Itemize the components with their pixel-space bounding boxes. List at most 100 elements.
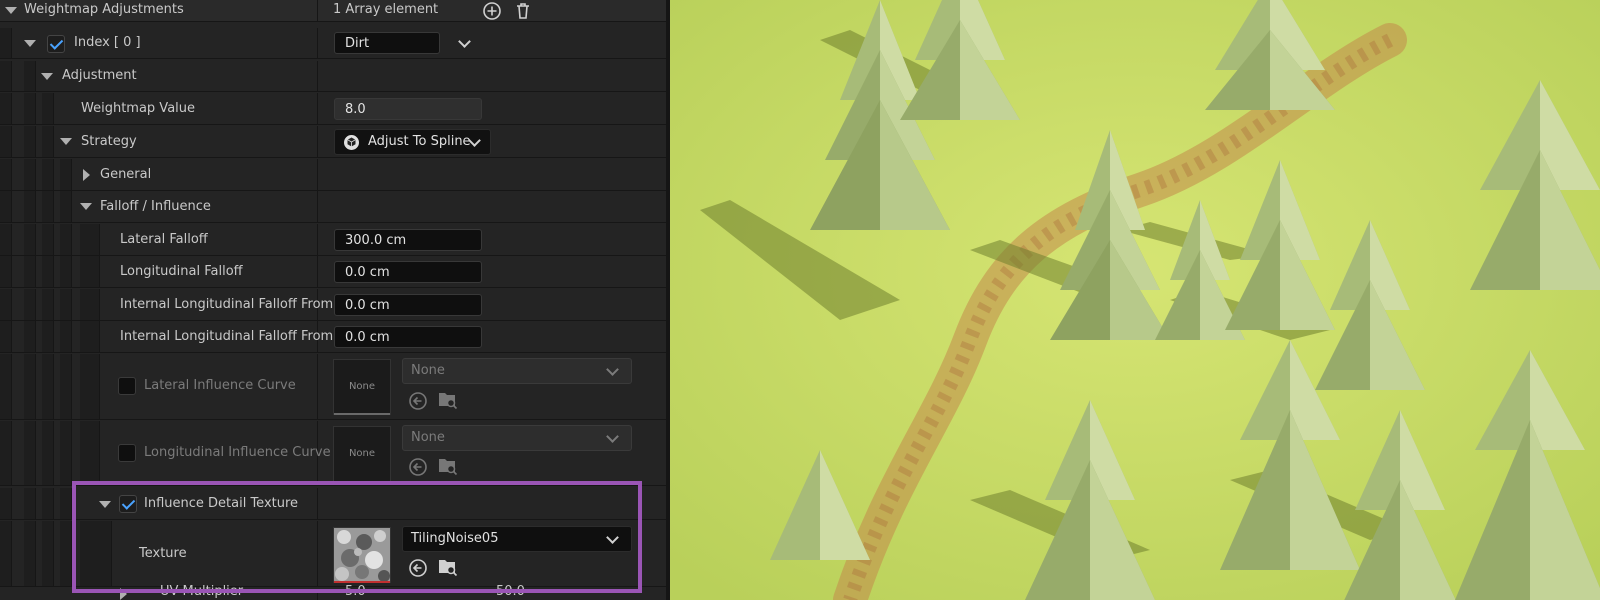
longitudinal-influence-curve-checkbox[interactable] [118, 444, 136, 462]
adjustment-label: Adjustment [62, 68, 137, 83]
indent-guide [0, 289, 12, 320]
strategy-dropdown[interactable]: Adjust To Spline [334, 129, 491, 155]
longitudinal-influence-curve-thumbnail[interactable]: None [333, 426, 391, 482]
folder-search-icon[interactable] [438, 390, 458, 410]
longitudinal-falloff-input[interactable]: 0.0 cm [334, 261, 482, 283]
lateral-influence-curve-value: None [411, 363, 445, 378]
indent-guide [60, 159, 72, 190]
expand-arrow-icon[interactable] [24, 40, 36, 47]
indent-guide [42, 289, 54, 320]
chevron-down-icon[interactable] [458, 35, 471, 48]
lateral-falloff-row: Lateral Falloff 300.0 cm [0, 224, 666, 256]
indent-guide [60, 256, 72, 287]
indent-guide [42, 354, 54, 419]
indent-guide [0, 28, 12, 58]
level-viewport[interactable] [670, 0, 1600, 600]
indent-guide [0, 256, 12, 287]
expand-arrow-icon[interactable] [80, 203, 92, 210]
lateral-influence-curve-checkbox[interactable] [118, 377, 136, 395]
internal-longitudinal-falloff-end-row: Internal Longitudinal Falloff From... 0.… [0, 321, 666, 353]
lateral-falloff-input[interactable]: 300.0 cm [334, 229, 482, 251]
chevron-down-icon [606, 363, 619, 376]
indent-guide [24, 93, 36, 124]
index-enabled-checkbox[interactable] [47, 35, 65, 53]
longitudinal-falloff-label: Longitudinal Falloff [120, 264, 243, 279]
indent-guide [60, 191, 72, 222]
indent-guide [0, 61, 12, 91]
weightmap-layer-field[interactable]: Dirt [334, 32, 440, 54]
strategy-label: Strategy [81, 134, 137, 149]
lateral-influence-curve-thumbnail[interactable]: None [333, 359, 391, 415]
influence-detail-texture-checkbox[interactable] [119, 495, 137, 513]
expand-arrow-icon[interactable] [60, 138, 72, 145]
texture-dropdown[interactable]: TilingNoise05 [402, 526, 632, 552]
strategy-row[interactable]: Strategy Adjust To Spline [0, 126, 666, 158]
folder-search-icon[interactable] [438, 456, 458, 476]
expand-arrow-icon[interactable] [5, 7, 17, 14]
internal-longitudinal-falloff-start-input[interactable]: 0.0 cm [334, 294, 482, 316]
chevron-down-icon [606, 430, 619, 443]
expand-arrow-icon[interactable] [41, 73, 53, 80]
indent-guide [24, 224, 36, 255]
weightmap-value-input[interactable]: 8.0 [334, 98, 482, 120]
index-row[interactable]: Index [ 0 ] Dirt [0, 28, 666, 59]
internal-longitudinal-falloff-end-input[interactable]: 0.0 cm [334, 326, 482, 348]
indent-guide [24, 256, 36, 287]
indent-guide [42, 191, 54, 222]
influence-detail-texture-row[interactable]: Influence Detail Texture [0, 488, 666, 520]
indent-guide [24, 521, 36, 586]
expand-arrow-icon[interactable] [99, 501, 111, 508]
indent-guide [24, 191, 36, 222]
arrow-left-circle-icon[interactable] [408, 558, 428, 578]
indent-guide [80, 289, 100, 320]
noise-texture-preview [334, 528, 390, 582]
lateral-falloff-label: Lateral Falloff [120, 232, 208, 247]
indent-guide [0, 421, 12, 485]
indent-guide [60, 421, 72, 485]
indent-guide [0, 521, 12, 586]
indent-guide [80, 521, 112, 586]
indent-guide [24, 159, 36, 190]
lateral-influence-curve-dropdown[interactable]: None [402, 358, 632, 384]
general-label: General [100, 167, 152, 182]
arrow-left-circle-icon[interactable] [408, 391, 428, 411]
indent-guide [24, 421, 36, 485]
indent-guide [0, 159, 12, 190]
folder-search-icon[interactable] [438, 557, 458, 577]
indent-guide [60, 321, 72, 352]
general-row[interactable]: General [0, 159, 666, 191]
chevron-down-icon [606, 531, 619, 544]
indent-guide [42, 321, 54, 352]
strategy-value: Adjust To Spline [368, 134, 471, 149]
indent-guide [24, 354, 36, 419]
longitudinal-influence-curve-dropdown[interactable]: None [402, 425, 632, 451]
lateral-influence-curve-row: Lateral Influence Curve None None [0, 354, 666, 420]
indent-guide [60, 289, 72, 320]
trash-icon[interactable] [513, 1, 533, 21]
collapse-arrow-icon[interactable] [120, 588, 127, 600]
indent-guide [60, 354, 72, 419]
adjustment-row[interactable]: Adjustment [0, 61, 666, 92]
uv-multiplier-y-value[interactable]: 50.0 [496, 584, 525, 599]
uv-multiplier-x-value[interactable]: 5.0 [345, 584, 366, 599]
indent-guide [80, 256, 100, 287]
weightmap-adjustments-row[interactable]: Weightmap Adjustments 1 Array element [0, 0, 666, 22]
falloff-influence-row[interactable]: Falloff / Influence [0, 191, 666, 223]
indent-guide [42, 159, 54, 190]
falloff-influence-label: Falloff / Influence [100, 199, 211, 214]
collapse-arrow-icon[interactable] [83, 169, 90, 181]
texture-thumbnail[interactable] [333, 527, 391, 583]
indent-guide [24, 126, 36, 157]
influence-detail-texture-label: Influence Detail Texture [144, 496, 299, 511]
internal-longitudinal-falloff-start-label: Internal Longitudinal Falloff From... [120, 297, 346, 312]
plus-circle-icon[interactable] [482, 1, 502, 21]
thumbnail-bar [334, 581, 390, 583]
indent-guide [0, 126, 12, 157]
arrow-left-circle-icon[interactable] [408, 457, 428, 477]
indent-guide [24, 321, 36, 352]
indent-guide [42, 126, 54, 157]
weightmap-value-row: Weightmap Value 8.0 [0, 93, 666, 125]
lateral-influence-curve-label: Lateral Influence Curve [144, 378, 296, 393]
indent-guide [80, 224, 100, 255]
uv-multiplier-label: UV Multiplier [160, 584, 244, 599]
